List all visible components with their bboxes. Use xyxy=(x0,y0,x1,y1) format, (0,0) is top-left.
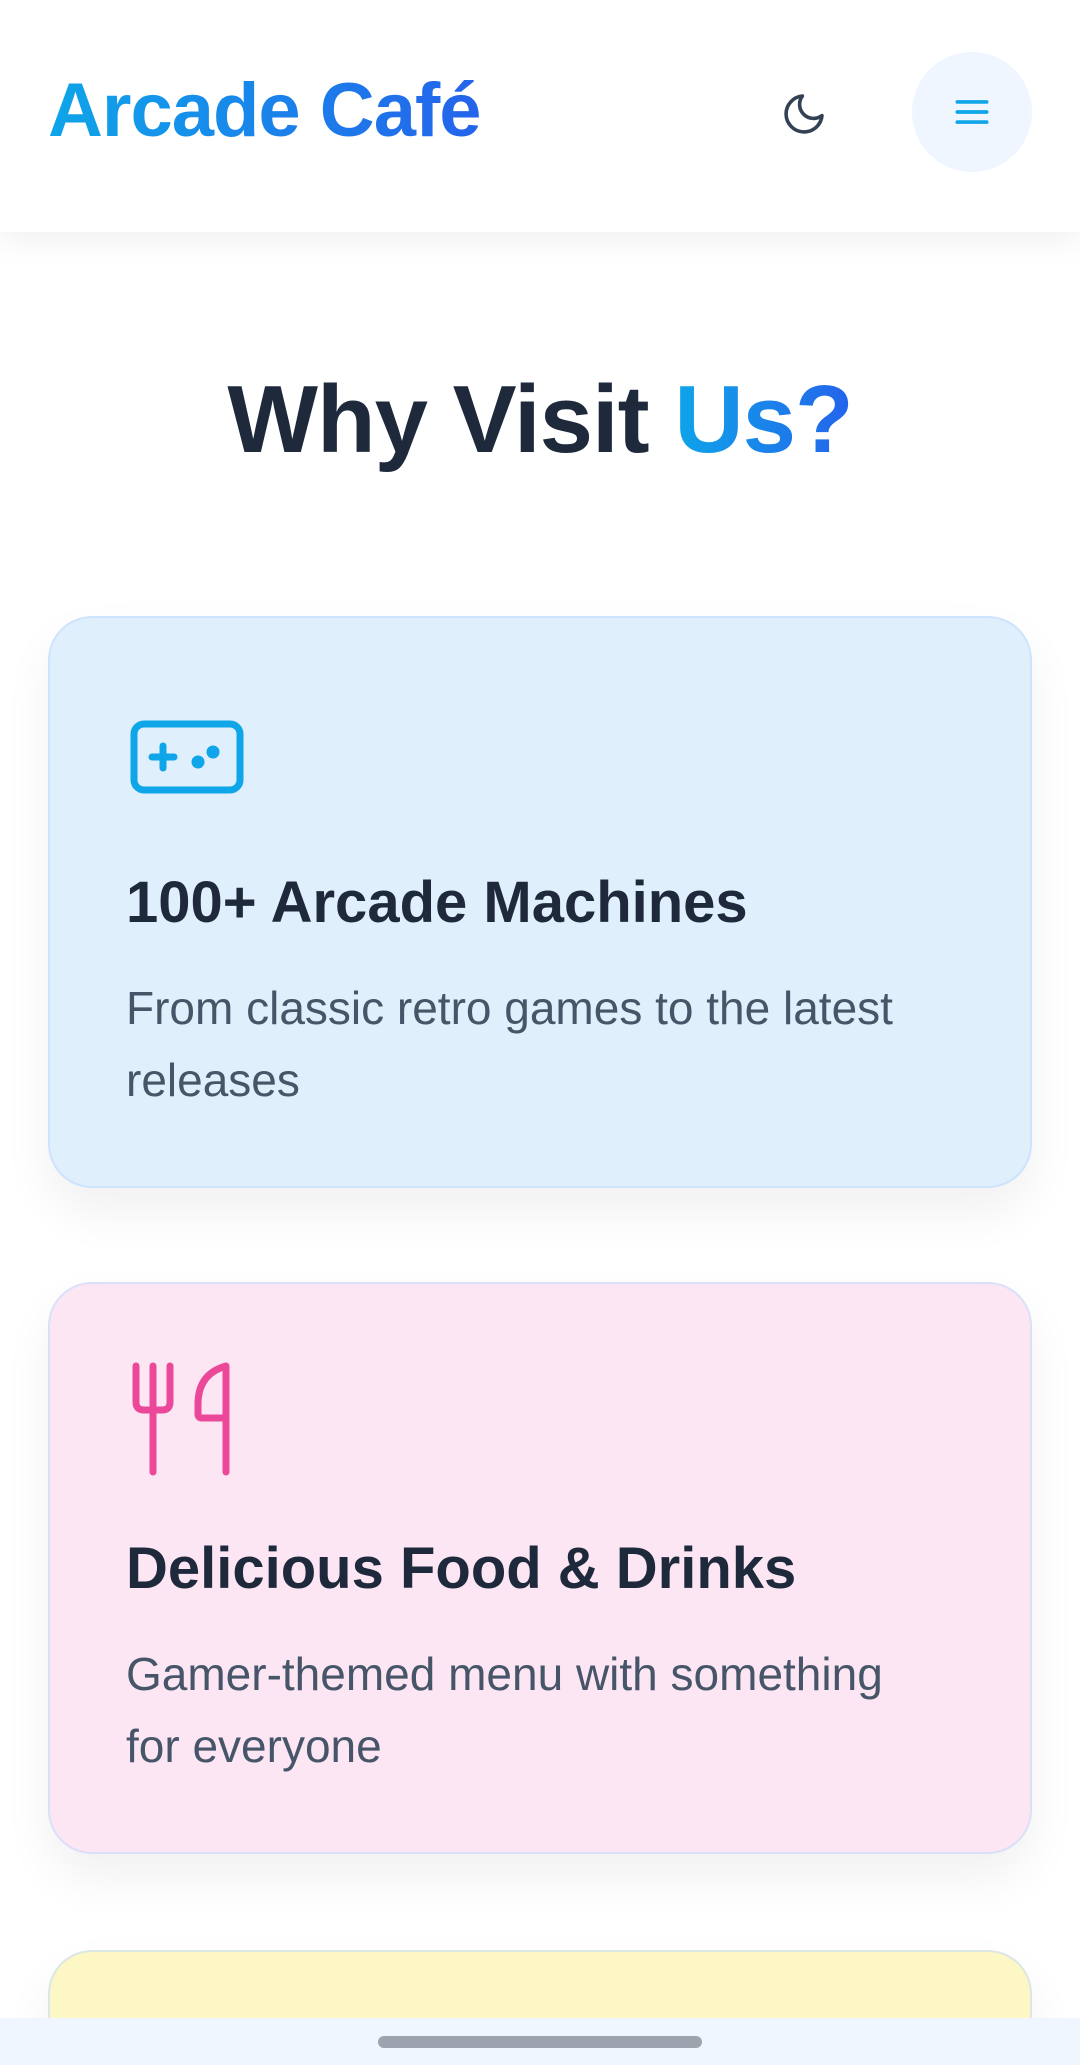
top-nav-bar: Arcade Café xyxy=(0,0,1080,232)
gamepad-icon xyxy=(130,720,244,794)
brand-logo-text[interactable]: Arcade Café xyxy=(48,65,482,157)
system-gesture-bar xyxy=(0,2018,1080,2065)
section-heading-accent: Us? xyxy=(674,366,853,473)
feature-title: 100+ Arcade Machines xyxy=(126,870,748,935)
moon-icon xyxy=(784,94,824,134)
theme-toggle-button[interactable] xyxy=(762,72,846,156)
feature-card-food-drinks: Delicious Food & Drinks Gamer-themed men… xyxy=(48,1282,1032,1854)
fork-knife-icon xyxy=(132,1362,230,1476)
section-heading: Why Visit Us? xyxy=(0,360,1080,480)
section-heading-main: Why Visit xyxy=(227,366,649,473)
hamburger-menu-icon xyxy=(955,100,989,124)
feature-title: Delicious Food & Drinks xyxy=(126,1536,797,1601)
feature-card-arcade-machines: 100+ Arcade Machines From classic retro … xyxy=(48,616,1032,1188)
page: Arcade Café Why Visit Us? 100+ Arcade Ma… xyxy=(0,0,1080,2065)
feature-description: Gamer-themed menu with something for eve… xyxy=(126,1648,883,1772)
home-indicator[interactable] xyxy=(378,2036,702,2048)
feature-description: From classic retro games to the latest r… xyxy=(126,982,893,1106)
menu-button[interactable] xyxy=(912,52,1032,172)
